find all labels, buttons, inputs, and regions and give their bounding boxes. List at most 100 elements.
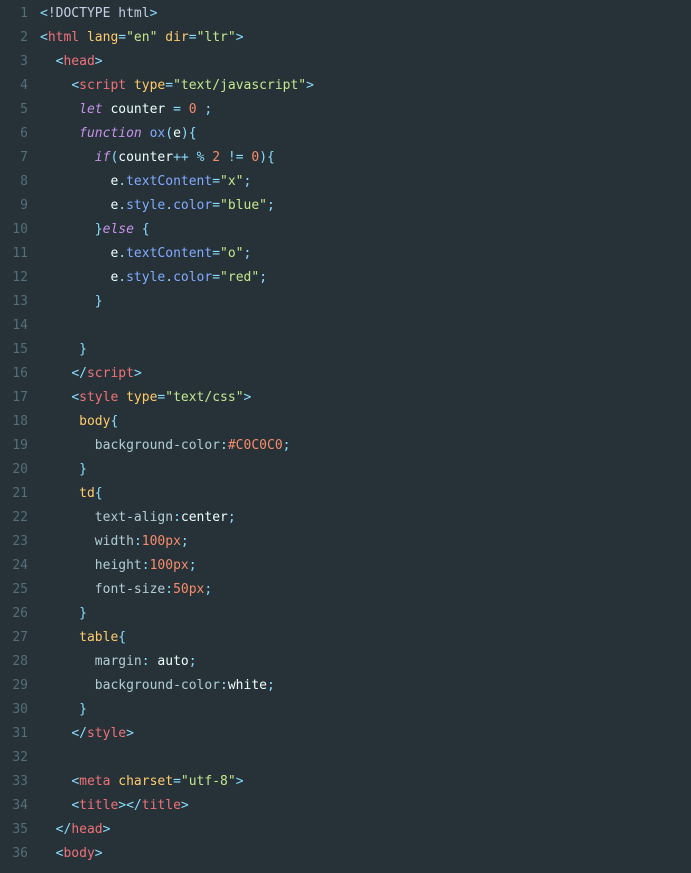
token-keyword: let	[79, 102, 102, 117]
token-keyword: if	[95, 150, 111, 165]
token-plain	[40, 390, 71, 405]
line-number: 14	[0, 314, 28, 338]
token-plain	[40, 534, 95, 549]
code-line[interactable]: e.style.color="red";	[40, 266, 691, 290]
token-num: 100px	[142, 534, 181, 549]
code-line[interactable]: </style>	[40, 722, 691, 746]
code-line[interactable]	[40, 314, 691, 338]
token-tag: meta	[79, 774, 110, 789]
code-area[interactable]: <!DOCTYPE html><html lang="en" dir="ltr"…	[32, 2, 691, 873]
line-number: 20	[0, 458, 28, 482]
code-line[interactable]: font-size:50px;	[40, 578, 691, 602]
line-number: 17	[0, 386, 28, 410]
code-line[interactable]: <!DOCTYPE html>	[40, 2, 691, 26]
token-punc: >	[150, 6, 158, 21]
token-attr: lang	[87, 30, 118, 45]
line-number: 8	[0, 170, 28, 194]
token-punc: <	[40, 30, 48, 45]
line-number: 33	[0, 770, 28, 794]
line-number: 24	[0, 554, 28, 578]
token-plain	[40, 774, 71, 789]
token-plain	[40, 222, 95, 237]
code-editor: 1234567891011121314151617181920212223242…	[0, 0, 691, 873]
token-punc: .	[118, 198, 126, 213]
line-number: 29	[0, 674, 28, 698]
line-number: 5	[0, 98, 28, 122]
token-op: =	[173, 774, 181, 789]
token-punc: :	[142, 654, 150, 669]
token-punc: <	[71, 390, 79, 405]
code-line[interactable]: }	[40, 458, 691, 482]
code-line[interactable]: background-color:white;	[40, 674, 691, 698]
token-punc: {	[267, 150, 275, 165]
code-line[interactable]: }	[40, 290, 691, 314]
code-line[interactable]: </head>	[40, 818, 691, 842]
token-plain	[189, 150, 197, 165]
token-str: "blue"	[220, 198, 267, 213]
code-line[interactable]: e.textContent="x";	[40, 170, 691, 194]
token-plain	[40, 462, 79, 477]
line-number: 25	[0, 578, 28, 602]
code-line[interactable]: function ox(e){	[40, 122, 691, 146]
line-number: 34	[0, 794, 28, 818]
code-line[interactable]: e.style.color="blue";	[40, 194, 691, 218]
code-line[interactable]: }	[40, 338, 691, 362]
token-str: "text/css"	[165, 390, 243, 405]
token-plain	[40, 174, 110, 189]
code-line[interactable]: }	[40, 602, 691, 626]
code-line[interactable]: <html lang="en" dir="ltr">	[40, 26, 691, 50]
line-number: 19	[0, 434, 28, 458]
code-line[interactable]: <head>	[40, 50, 691, 74]
token-punc: ;	[267, 198, 275, 213]
code-line[interactable]: background-color:#C0C0C0;	[40, 434, 691, 458]
token-plain	[220, 150, 228, 165]
token-punc: ;	[244, 246, 252, 261]
token-punc: ;	[259, 270, 267, 285]
token-plain	[40, 846, 56, 861]
token-punc: ;	[283, 438, 291, 453]
code-line[interactable]: td{	[40, 482, 691, 506]
token-punc: ;	[204, 102, 212, 117]
code-line[interactable]	[40, 746, 691, 770]
token-plain	[40, 558, 95, 573]
token-punc: >	[126, 726, 134, 741]
token-attr: type	[134, 78, 165, 93]
token-punc: >	[134, 366, 142, 381]
code-line[interactable]: text-align:center;	[40, 506, 691, 530]
code-line[interactable]: height:100px;	[40, 554, 691, 578]
token-punc: .	[118, 246, 126, 261]
code-line[interactable]: margin: auto;	[40, 650, 691, 674]
code-line[interactable]: let counter = 0 ;	[40, 98, 691, 122]
code-line[interactable]: <script type="text/javascript">	[40, 74, 691, 98]
code-line[interactable]: width:100px;	[40, 530, 691, 554]
line-number: 22	[0, 506, 28, 530]
token-plain	[40, 246, 110, 261]
code-line[interactable]: <title></title>	[40, 794, 691, 818]
code-line[interactable]: table{	[40, 626, 691, 650]
code-line[interactable]: body{	[40, 410, 691, 434]
token-prop: color	[173, 198, 212, 213]
code-line[interactable]: </script>	[40, 362, 691, 386]
line-number: 23	[0, 530, 28, 554]
token-punc: .	[165, 198, 173, 213]
code-line[interactable]: }else {	[40, 218, 691, 242]
code-line[interactable]: <meta charset="utf-8">	[40, 770, 691, 794]
line-number: 11	[0, 242, 28, 266]
token-tag: script	[79, 78, 126, 93]
code-line[interactable]: <style type="text/css">	[40, 386, 691, 410]
token-punc: :	[220, 678, 228, 693]
code-line[interactable]: if(counter++ % 2 != 0){	[40, 146, 691, 170]
token-plain	[40, 702, 79, 717]
token-white: white	[228, 678, 267, 693]
token-prop: textContent	[126, 174, 212, 189]
code-line[interactable]: e.textContent="o";	[40, 242, 691, 266]
token-num: 50px	[173, 582, 204, 597]
token-plain	[126, 78, 134, 93]
token-punc: {	[110, 414, 118, 429]
token-num: #C0C0C0	[228, 438, 283, 453]
token-num: 0	[189, 102, 197, 117]
code-line[interactable]: <body>	[40, 842, 691, 866]
token-plain	[40, 78, 71, 93]
token-punc: </	[126, 798, 142, 813]
code-line[interactable]: }	[40, 698, 691, 722]
